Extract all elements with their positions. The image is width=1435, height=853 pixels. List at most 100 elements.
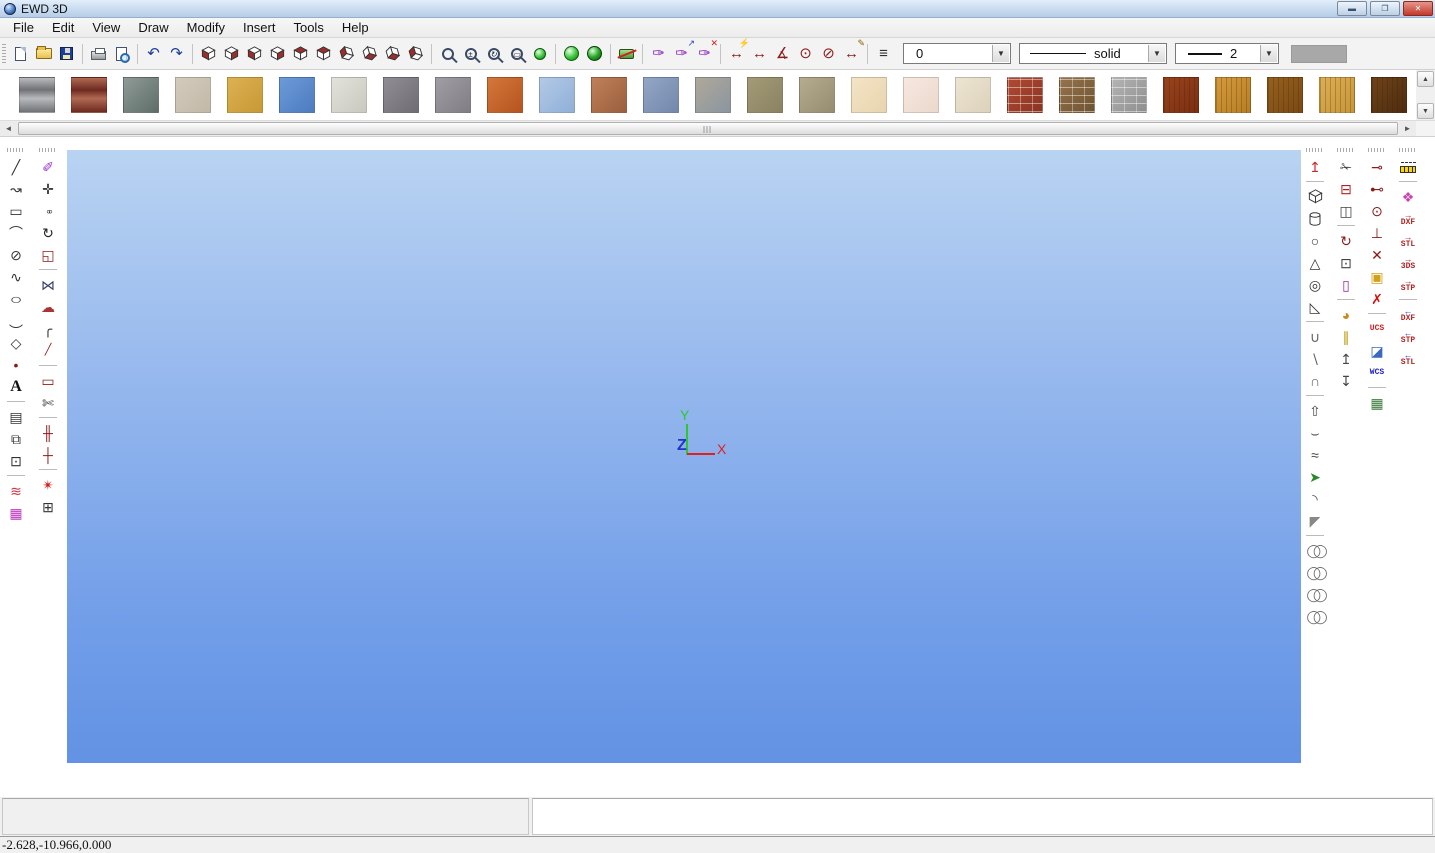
image-tool[interactable]: ▤ — [4, 406, 28, 427]
texture-slate-marble[interactable] — [643, 77, 679, 113]
view-bottom-button[interactable] — [312, 42, 335, 65]
zoom-window-button[interactable] — [436, 42, 459, 65]
palette-tool[interactable]: ▦ — [4, 502, 28, 523]
texture-beige-weave[interactable] — [175, 77, 211, 113]
command-input-panel[interactable] — [532, 798, 1433, 835]
copy-shape-tool[interactable]: ⧉ — [4, 428, 28, 449]
snap-intersection-tool[interactable]: ✕ — [1365, 244, 1389, 265]
print-preview-button[interactable] — [110, 42, 133, 65]
trim-tool[interactable]: ✄ — [36, 392, 60, 413]
texture-white-quartz[interactable] — [331, 77, 367, 113]
polyline-tool[interactable]: ↝ — [4, 178, 28, 199]
view-iso-se-button[interactable] — [358, 42, 381, 65]
fillet-tool[interactable]: ╭ — [36, 318, 60, 339]
render-materials-tool[interactable]: ◕ — [1334, 304, 1358, 325]
region-tool[interactable]: ▯ — [1334, 274, 1358, 295]
polygon-tool[interactable]: ◇ — [4, 332, 28, 353]
mirror-tool[interactable]: ⋈ — [36, 274, 60, 295]
scroll-left-button[interactable]: ◄ — [0, 121, 17, 136]
render-settings-button[interactable] — [583, 42, 606, 65]
dim-edit-button[interactable]: ↔✎ — [840, 42, 863, 65]
linestyle-dropdown[interactable]: solid ▼ — [1019, 43, 1167, 64]
dim-radius-button[interactable]: ⊙ — [794, 42, 817, 65]
viewport[interactable]: Y Z X — [67, 150, 1301, 763]
mirror3d-tool[interactable]: ◫ — [1334, 200, 1358, 221]
arc-tool[interactable]: ⌒ — [4, 222, 28, 243]
texture-rustic-brick[interactable] — [1059, 77, 1095, 113]
texture-blue-marble[interactable] — [539, 77, 575, 113]
import-stl-tool[interactable]: →STL — [1396, 230, 1420, 251]
undo-button[interactable]: ↶ — [142, 42, 165, 65]
measure-tool[interactable] — [1396, 156, 1420, 177]
view-left-button[interactable] — [243, 42, 266, 65]
print-button[interactable] — [87, 42, 110, 65]
chevron-down-icon[interactable]: ▼ — [1148, 45, 1165, 62]
arc-3point-tool[interactable]: ⌒ — [4, 310, 28, 331]
fillet-edge-tool[interactable]: ◝ — [1303, 488, 1327, 509]
view-top-button[interactable] — [289, 42, 312, 65]
material-remove-button[interactable]: ✑✕ — [693, 42, 716, 65]
view-right-button[interactable] — [266, 42, 289, 65]
menu-edit[interactable]: Edit — [43, 18, 83, 37]
align-tool[interactable]: ∥ — [1334, 326, 1358, 347]
current-color-swatch[interactable] — [1291, 45, 1347, 63]
texture-walnut[interactable] — [1267, 77, 1303, 113]
offset-tool[interactable]: ☁ — [36, 296, 60, 317]
menu-file[interactable]: File — [4, 18, 43, 37]
venn-subtract-b-tool[interactable]: ◯◯ — [1303, 606, 1327, 627]
texture-maple[interactable] — [1319, 77, 1355, 113]
texture-golden-oak[interactable] — [1215, 77, 1251, 113]
menu-draw[interactable]: Draw — [129, 18, 177, 37]
path-sweep-tool[interactable]: ➤ — [1303, 466, 1327, 487]
union-tool[interactable]: ∪ — [1303, 326, 1327, 347]
divide-tool[interactable]: ╫ — [36, 422, 60, 443]
texture-tan-burlap[interactable] — [799, 77, 835, 113]
texture-olive-burlap[interactable] — [747, 77, 783, 113]
dim-box-tool[interactable]: ▭ — [36, 370, 60, 391]
texture-terracotta[interactable] — [487, 77, 523, 113]
snap-endpoint-tool[interactable]: ⊸ — [1365, 156, 1389, 177]
import-dxf-tool[interactable]: →DXF — [1396, 208, 1420, 229]
send-backward-tool[interactable]: ↧ — [1334, 370, 1358, 391]
restore-button[interactable]: ❐ — [1370, 1, 1400, 16]
dim-linear-button[interactable]: ↔ — [748, 42, 771, 65]
hscroll-thumb[interactable] — [18, 122, 1398, 135]
chamfer-tool[interactable]: ╱ — [36, 340, 60, 361]
point-tool[interactable]: • — [4, 354, 28, 375]
lineweight-dropdown[interactable]: 2 ▼ — [1175, 43, 1279, 64]
zoom-in-out-button[interactable] — [459, 42, 482, 65]
close-button[interactable]: ✕ — [1403, 1, 1433, 16]
toolbar-grip[interactable] — [1399, 148, 1417, 152]
texture-red-brick[interactable] — [1007, 77, 1043, 113]
minimize-button[interactable]: ▬ — [1337, 1, 1367, 16]
cone-tool[interactable]: △ — [1303, 252, 1327, 273]
zoom-extents-button[interactable] — [505, 42, 528, 65]
circle-tool[interactable]: ⊘ — [4, 244, 28, 265]
texture-brushed-steel[interactable] — [19, 77, 55, 113]
texture-stone-block[interactable] — [1111, 77, 1147, 113]
rotate-tool[interactable]: ↻ — [36, 222, 60, 243]
extrude-tool[interactable]: ↥ — [1303, 156, 1327, 177]
snap-center-tool[interactable]: ⊙ — [1365, 200, 1389, 221]
texture-gold-stone[interactable] — [227, 77, 263, 113]
venn-subtract-a-tool[interactable]: ◯◯ — [1303, 584, 1327, 605]
toolbar-grip[interactable] — [1368, 148, 1386, 152]
venn-union-tool[interactable]: ◯◯ — [1303, 540, 1327, 561]
texture-copper[interactable] — [71, 77, 107, 113]
texture-green-granite[interactable] — [123, 77, 159, 113]
chevron-down-icon[interactable]: ▼ — [992, 45, 1009, 62]
dim-aligned-button[interactable]: ↔⚡ — [725, 42, 748, 65]
dim-diameter-button[interactable]: ⊘ — [817, 42, 840, 65]
cylinder-tool[interactable] — [1303, 208, 1327, 229]
new-button[interactable] — [9, 42, 32, 65]
menu-insert[interactable]: Insert — [234, 18, 285, 37]
texture-blush-marble[interactable] — [903, 77, 939, 113]
view-iso-nw-button[interactable] — [404, 42, 427, 65]
camera-toggle-button[interactable] — [615, 42, 638, 65]
hatch-tool[interactable]: ≋ — [4, 480, 28, 501]
rectangle-tool[interactable]: ▭ — [4, 200, 28, 221]
line-tool[interactable]: ╱ — [4, 156, 28, 177]
array-tool[interactable]: ⊞ — [36, 496, 60, 517]
menu-help[interactable]: Help — [333, 18, 378, 37]
materials-library-tool[interactable]: ❖ — [1396, 186, 1420, 207]
